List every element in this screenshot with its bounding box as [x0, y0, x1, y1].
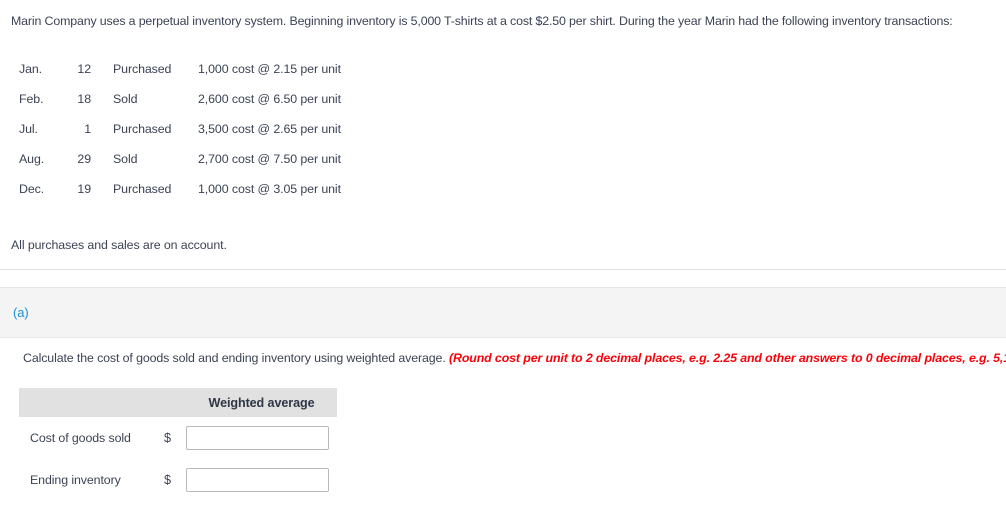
row-label-ending-inventory: Ending inventory: [30, 473, 121, 487]
transaction-day: 19: [77, 182, 91, 196]
table-row: Aug. 29 Sold 2,700 cost @ 7.50 per unit: [19, 144, 341, 174]
table-row: Cost of goods sold $: [19, 417, 337, 459]
answer-header-weighted-average: Weighted average: [186, 388, 337, 417]
transaction-month: Aug.: [19, 152, 45, 166]
transaction-month: Jan.: [19, 62, 43, 76]
transaction-detail: 3,500 cost @ 2.65 per unit: [198, 122, 341, 136]
transaction-detail: 2,700 cost @ 7.50 per unit: [198, 152, 341, 166]
ending-inventory-input[interactable]: [186, 468, 329, 492]
transaction-detail: 1,000 cost @ 3.05 per unit: [198, 182, 341, 196]
transaction-day: 18: [77, 92, 91, 106]
transaction-month: Jul.: [19, 122, 38, 136]
account-note: All purchases and sales are on account.: [11, 238, 227, 252]
part-label: (a): [13, 305, 29, 320]
transaction-action: Purchased: [113, 62, 172, 76]
intro-paragraph: Marin Company uses a perpetual inventory…: [11, 14, 953, 28]
table-row: Ending inventory $: [19, 459, 337, 501]
answer-table: Weighted average Cost of goods sold $ En…: [19, 388, 337, 501]
currency-symbol: $: [164, 431, 172, 445]
row-label-cost-of-goods-sold: Cost of goods sold: [30, 431, 131, 445]
question-rounding-hint: (Round cost per unit to 2 decimal places…: [448, 351, 1006, 365]
transaction-action: Purchased: [113, 122, 172, 136]
section-divider: [0, 269, 1006, 270]
transaction-detail: 2,600 cost @ 6.50 per unit: [198, 92, 341, 106]
question-main: Calculate the cost of goods sold and end…: [23, 351, 449, 365]
table-row: Dec. 19 Purchased 1,000 cost @ 3.05 per …: [19, 174, 341, 204]
ending-inventory-cell: [186, 459, 337, 501]
transaction-day: 12: [77, 62, 91, 76]
part-section-band: (a): [0, 287, 1006, 338]
transaction-day: 1: [84, 122, 91, 136]
answer-table-header-row: Weighted average: [19, 388, 337, 417]
transaction-day: 29: [77, 152, 91, 166]
answer-header-dollar: [164, 388, 186, 417]
transaction-action: Sold: [113, 92, 138, 106]
currency-symbol: $: [164, 473, 172, 487]
transaction-month: Feb.: [19, 92, 44, 106]
transaction-detail: 1,000 cost @ 2.15 per unit: [198, 62, 341, 76]
cost-of-goods-sold-input[interactable]: [186, 426, 329, 450]
cost-of-goods-sold-cell: [186, 417, 337, 459]
transactions-table: Jan. 12 Purchased 1,000 cost @ 2.15 per …: [19, 54, 341, 204]
table-row: Jan. 12 Purchased 1,000 cost @ 2.15 per …: [19, 54, 341, 84]
transaction-month: Dec.: [19, 182, 45, 196]
table-row: Feb. 18 Sold 2,600 cost @ 6.50 per unit: [19, 84, 341, 114]
transaction-action: Purchased: [113, 182, 172, 196]
table-row: Jul. 1 Purchased 3,500 cost @ 2.65 per u…: [19, 114, 341, 144]
transaction-action: Sold: [113, 152, 138, 166]
question-text: Calculate the cost of goods sold and end…: [23, 351, 1006, 365]
answer-header-blank: [19, 388, 164, 417]
